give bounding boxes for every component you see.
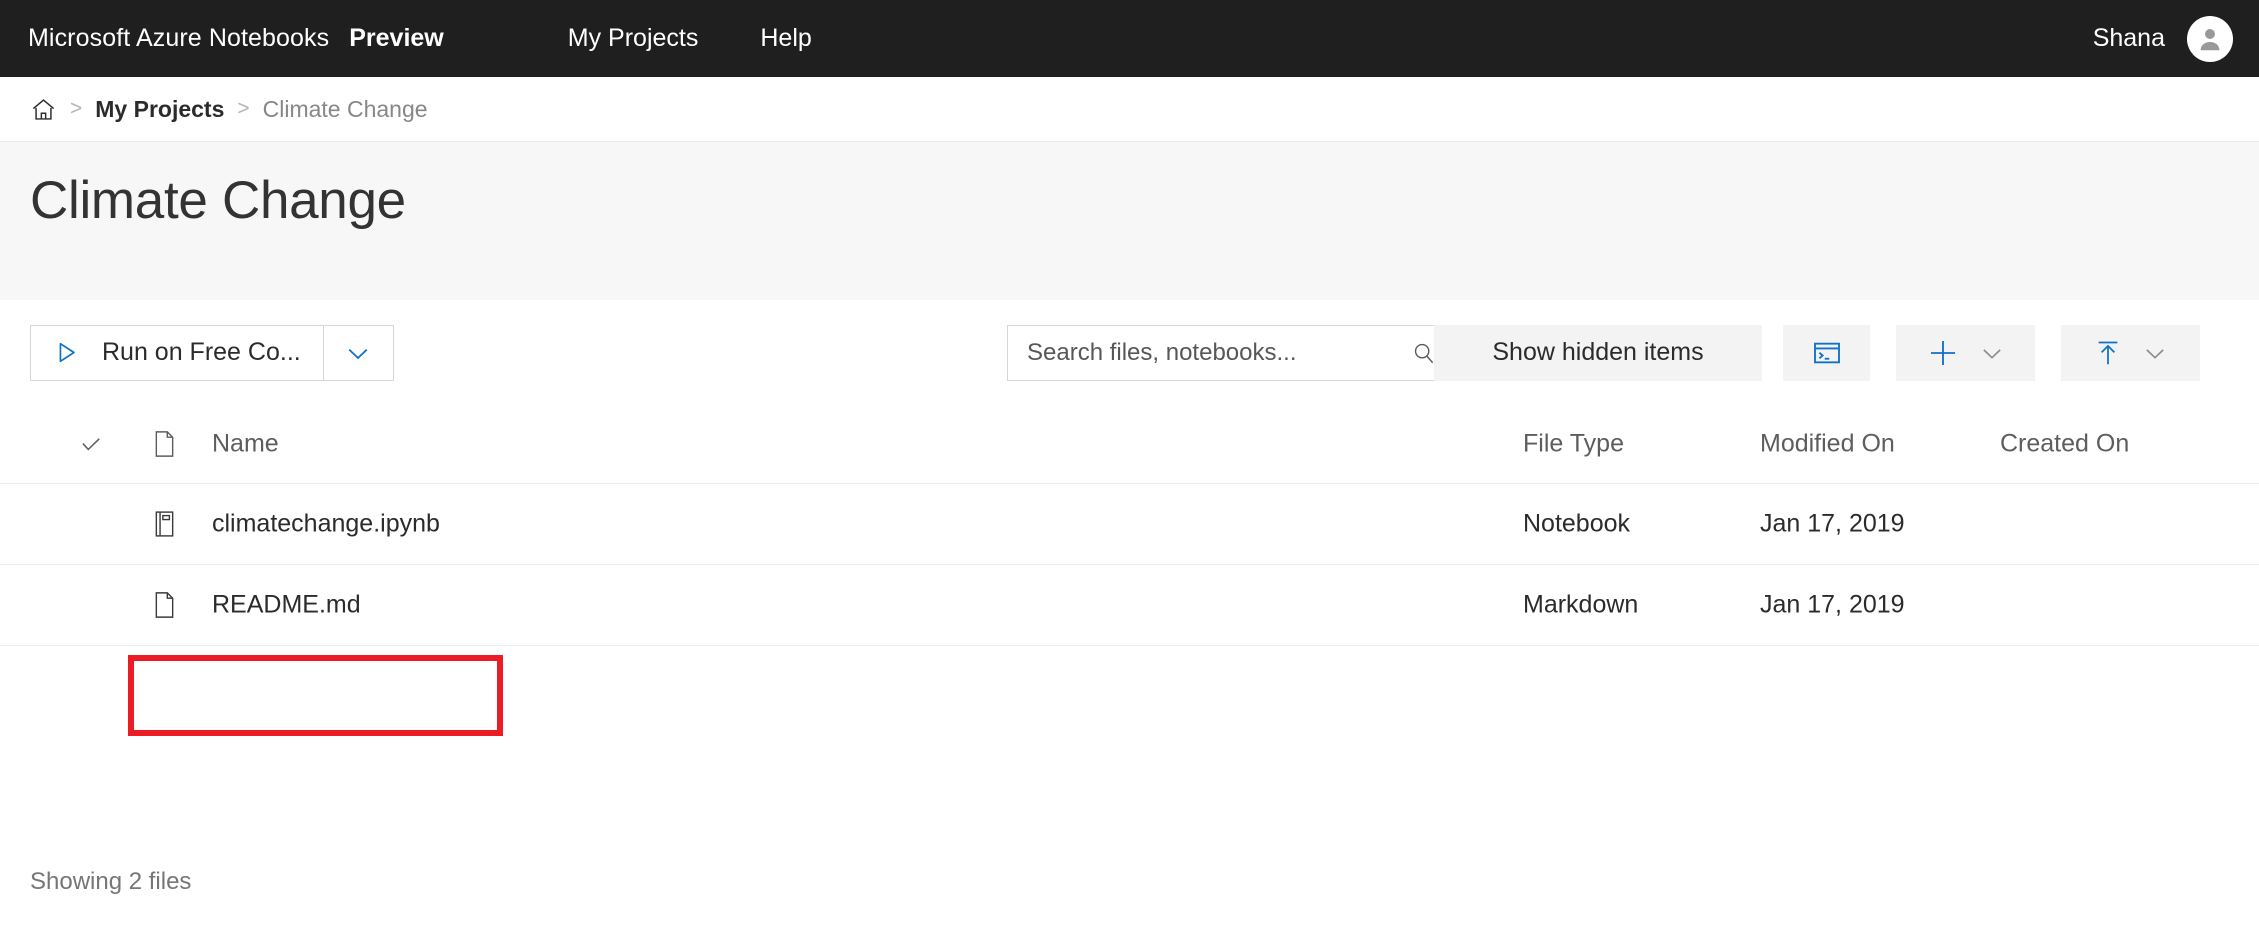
file-count-footer: Showing 2 files [30,868,191,896]
page-title: Climate Change [30,170,406,231]
file-toolbar: Run on Free Co... Show hidden items [0,300,2259,405]
column-header-name[interactable]: Name [212,430,279,459]
top-nav-links: My Projects Help [568,24,812,53]
file-modified-value: Jan 17, 2019 [1760,591,1905,620]
document-icon [152,591,177,619]
column-header-created-on[interactable]: Created On [2000,430,2129,459]
file-name-climatechange[interactable]: climatechange.ipynb [212,510,440,539]
breadcrumb-item-my-projects[interactable]: My Projects [95,96,224,123]
show-hidden-items-label: Show hidden items [1492,338,1703,367]
plus-icon [1926,336,1960,370]
chevron-down-icon [343,338,373,368]
run-on-free-compute-button[interactable]: Run on Free Co... [30,325,324,381]
document-icon [152,430,177,458]
chevron-down-icon[interactable] [2141,339,2169,367]
notebook-icon [152,510,177,538]
run-split-button: Run on Free Co... [30,325,394,381]
user-area[interactable]: Shana [2093,0,2233,77]
file-type-value: Markdown [1523,591,1638,620]
column-header-file-type[interactable]: File Type [1523,430,1624,459]
show-hidden-items-button[interactable]: Show hidden items [1434,325,1762,381]
home-icon[interactable] [30,96,57,123]
breadcrumb-separator-2: > [237,97,249,121]
file-type-value: Notebook [1523,510,1630,539]
person-icon [2195,24,2225,54]
file-name-readme[interactable]: README.md [212,591,361,620]
file-type-column-icon[interactable] [152,430,177,458]
select-all-checkbox[interactable] [78,431,104,457]
upload-arrow-icon [2093,338,2123,368]
user-name-label: Shana [2093,24,2165,53]
open-terminal-button[interactable] [1783,325,1870,381]
table-row[interactable]: README.md Markdown Jan 17, 2019 [0,565,2259,646]
avatar[interactable] [2187,16,2233,62]
file-list: Name File Type Modified On Created On cl… [0,405,2259,942]
breadcrumb: > My Projects > Climate Change [0,77,2259,142]
preview-badge: Preview [349,24,444,53]
run-dropdown-button[interactable] [324,325,394,381]
search-input[interactable] [1008,339,1397,367]
top-navigation-bar: Microsoft Azure Notebooks Preview My Pro… [0,0,2259,77]
upload-button[interactable] [2061,325,2200,381]
breadcrumb-separator-1: > [70,97,82,121]
checkmark-icon [78,431,104,457]
brand-title: Microsoft Azure Notebooks [28,24,329,53]
breadcrumb-item-climate-change: Climate Change [263,96,428,123]
terminal-icon [1811,337,1843,369]
column-header-modified-on[interactable]: Modified On [1760,430,1895,459]
nav-item-help[interactable]: Help [760,24,811,53]
search-box[interactable] [1007,325,1452,381]
nav-item-my-projects[interactable]: My Projects [568,24,699,53]
add-new-button[interactable] [1896,325,2035,381]
play-icon [53,339,80,366]
chevron-down-icon[interactable] [1978,339,2006,367]
table-row[interactable]: climatechange.ipynb Notebook Jan 17, 201… [0,484,2259,565]
run-button-label: Run on Free Co... [102,338,301,367]
file-list-header: Name File Type Modified On Created On [0,405,2259,484]
file-modified-value: Jan 17, 2019 [1760,510,1905,539]
